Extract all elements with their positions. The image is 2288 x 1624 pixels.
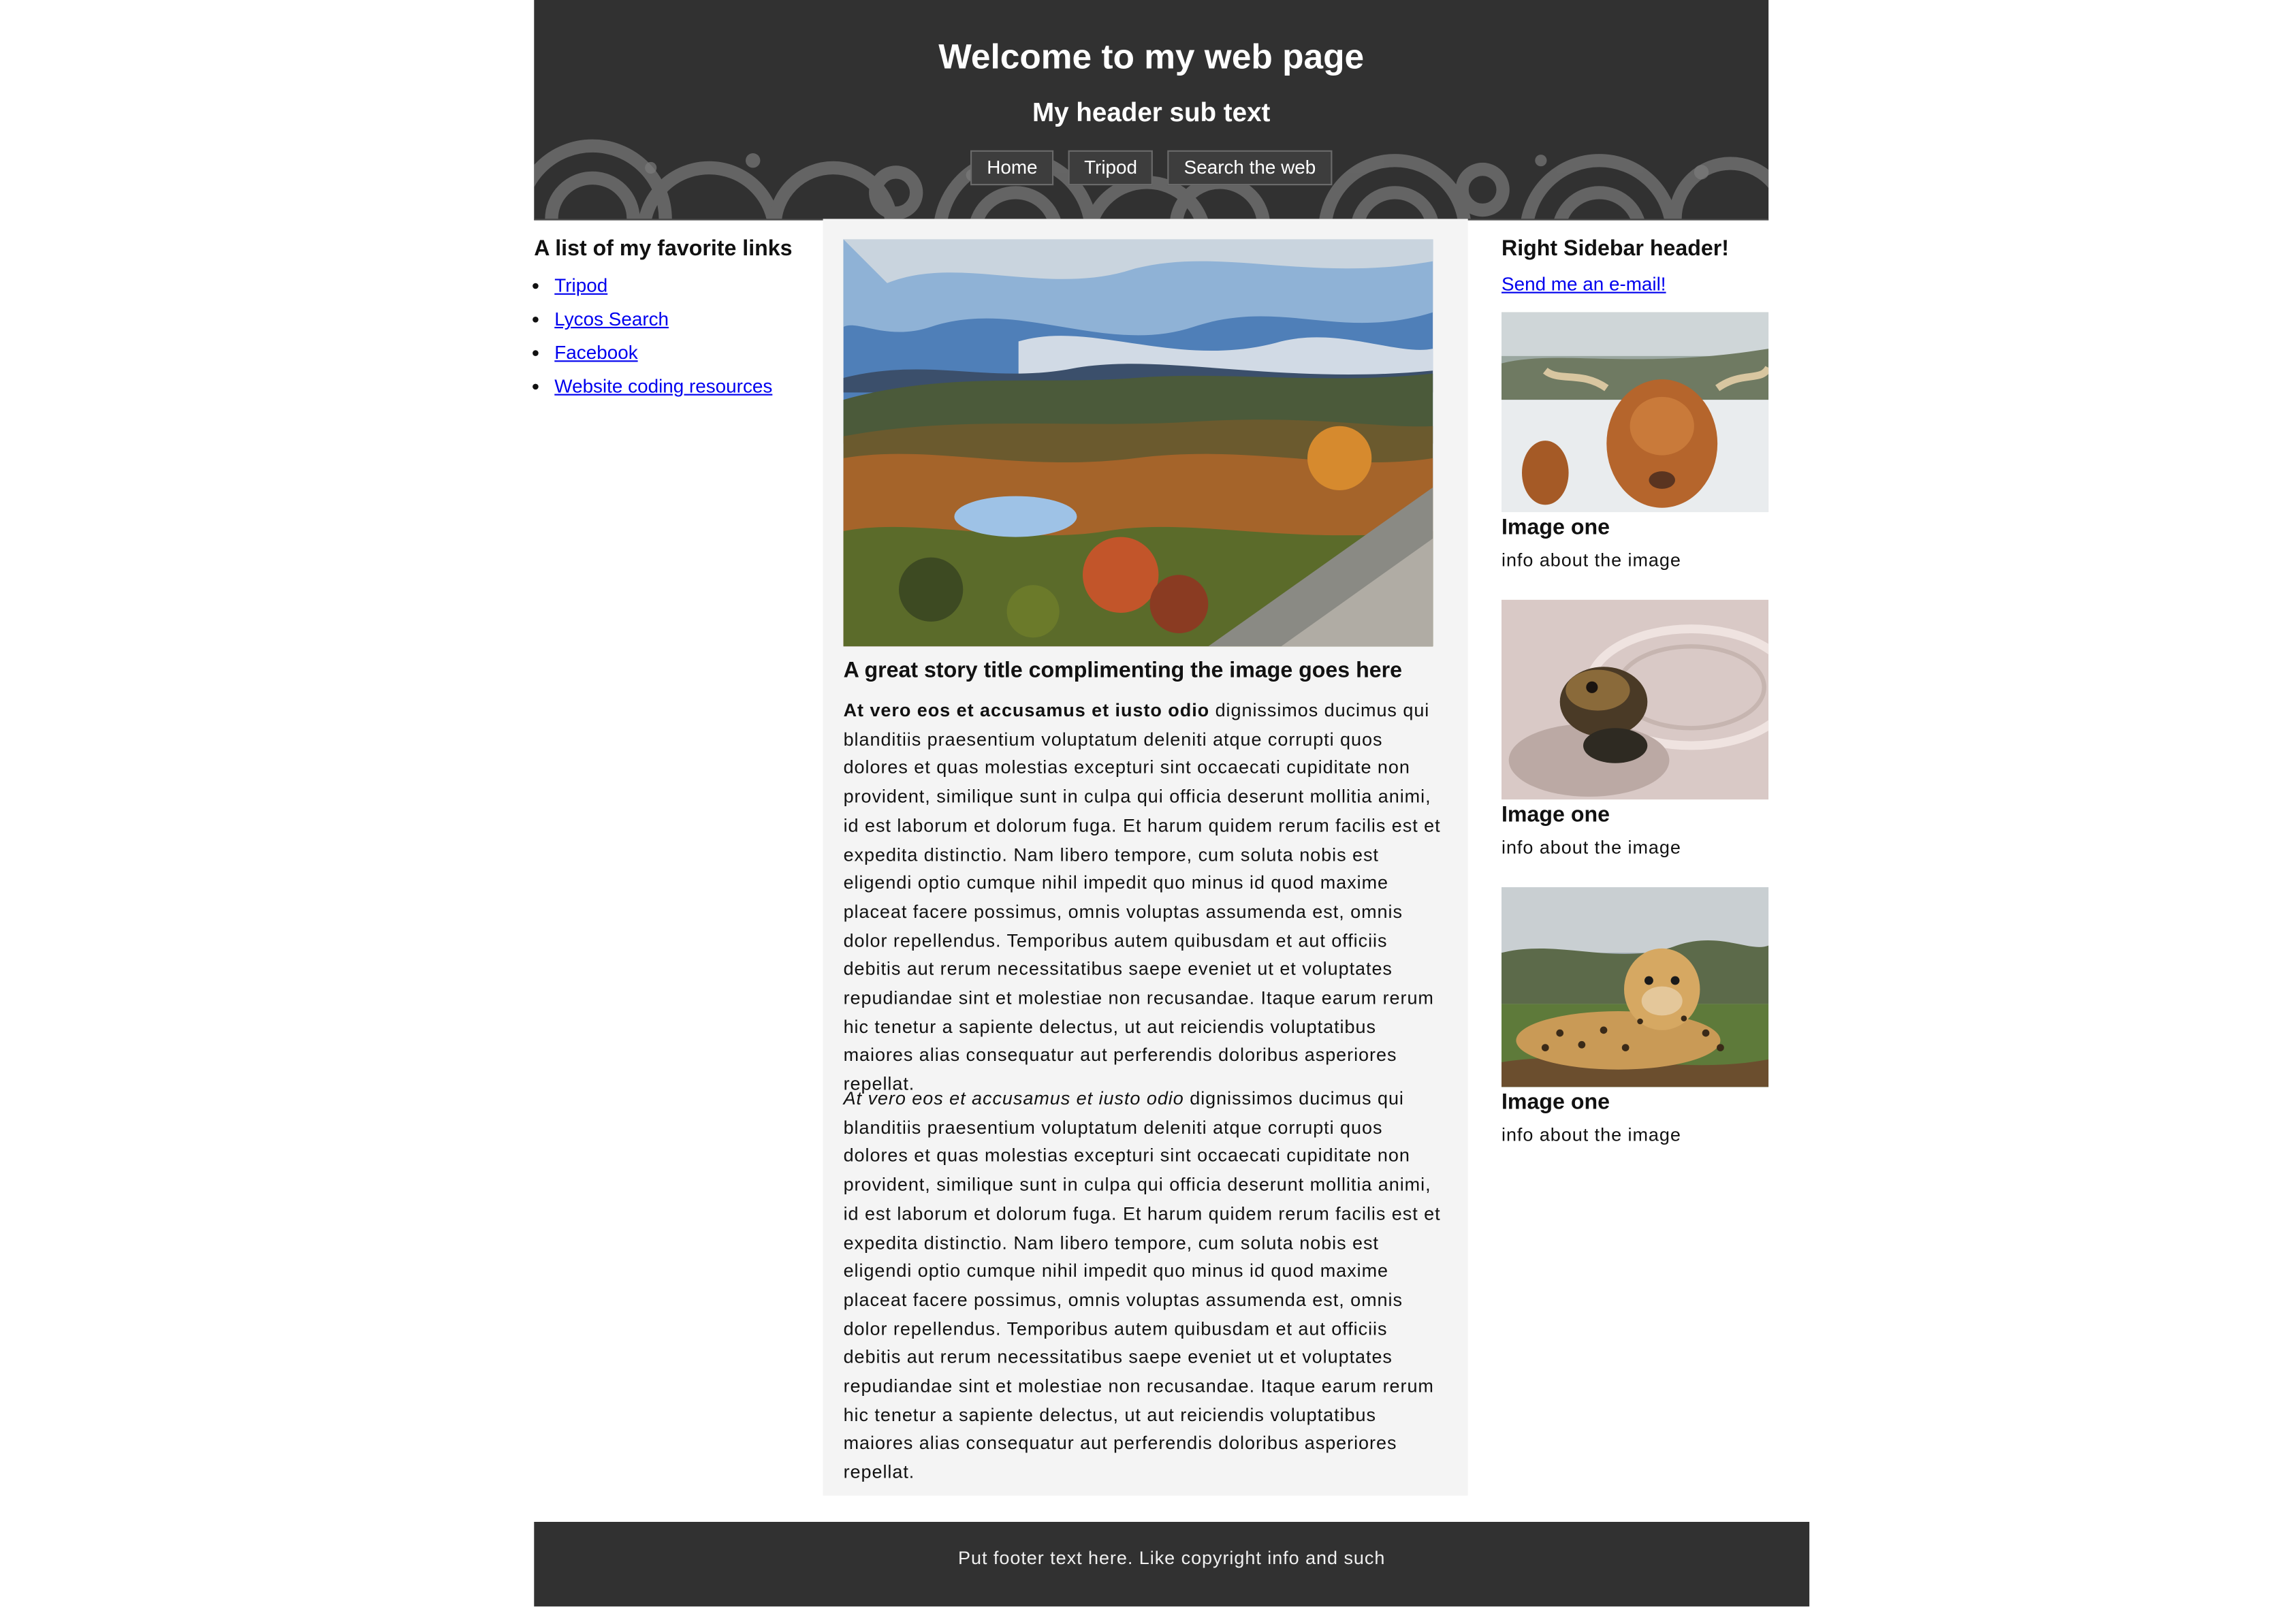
list-item: Website coding resources [554, 375, 797, 397]
left-sidebar: A list of my favorite links Tripod Lycos… [534, 236, 797, 409]
list-item: Lycos Search [554, 308, 797, 330]
page-subtitle: My header sub text [1032, 97, 1271, 127]
nav-home-button[interactable]: Home [970, 150, 1054, 186]
image-card: Image one info about the image [1502, 599, 1769, 858]
image-card: Image one info about the image [1502, 887, 1769, 1146]
image-card-title: Image one [1502, 802, 1610, 827]
link-tripod[interactable]: Tripod [554, 274, 607, 296]
top-nav: Home Tripod Search the web [534, 150, 1768, 186]
main-landscape-image [843, 239, 1433, 647]
nav-search-web-button[interactable]: Search the web [1168, 150, 1332, 186]
highland-cattle-image [1502, 312, 1769, 513]
image-card: Image one info about the image [1502, 312, 1769, 571]
footer-text: Put footer text here. Like copyright inf… [958, 1548, 1386, 1569]
story-title: A great story title complimenting the im… [843, 658, 1402, 683]
image-card-info: info about the image [1502, 550, 1681, 571]
right-sidebar-heading: Right Sidebar header! [1502, 236, 1729, 261]
image-card-title: Image one [1502, 515, 1610, 540]
favorite-links-list: Tripod Lycos Search Facebook Website cod… [534, 274, 797, 397]
site-footer: Put footer text here. Like copyright inf… [534, 1522, 1810, 1607]
list-item: Facebook [554, 341, 797, 363]
page-title: Welcome to my web page [938, 37, 1365, 78]
story-p1-body: dignissimos ducimus qui blanditiis praes… [843, 700, 1441, 1095]
link-facebook[interactable]: Facebook [554, 341, 637, 363]
turtle-image [1502, 599, 1769, 800]
story-paragraph-2: At vero eos et accusamus et iusto odio d… [844, 1085, 1445, 1488]
link-website-coding-resources[interactable]: Website coding resources [554, 375, 772, 397]
story-p1-lead: At vero eos et accusamus et iusto odio [843, 700, 1210, 721]
page: Welcome to my web page My header sub tex… [0, 0, 2288, 1624]
cheetah-image [1502, 887, 1769, 1087]
story-paragraph-1: At vero eos et accusamus et iusto odio d… [844, 697, 1445, 1100]
main-content: A great story title complimenting the im… [823, 219, 1468, 1496]
link-lycos-search[interactable]: Lycos Search [554, 308, 669, 330]
story-p2-body: dignissimos ducimus qui blanditiis praes… [843, 1088, 1441, 1483]
image-card-info: info about the image [1502, 838, 1681, 858]
left-sidebar-heading: A list of my favorite links [534, 236, 793, 261]
right-sidebar: Right Sidebar header! Send me an e-mail!… [1502, 236, 1769, 1175]
story-p2-lead: At vero eos et accusamus et iusto odio [843, 1088, 1184, 1109]
site-header: Welcome to my web page My header sub tex… [534, 0, 1769, 221]
image-card-info: info about the image [1502, 1125, 1681, 1146]
list-item: Tripod [554, 274, 797, 296]
nav-tripod-button[interactable]: Tripod [1068, 150, 1154, 186]
email-link[interactable]: Send me an e-mail! [1502, 273, 1768, 295]
image-card-title: Image one [1502, 1089, 1610, 1115]
